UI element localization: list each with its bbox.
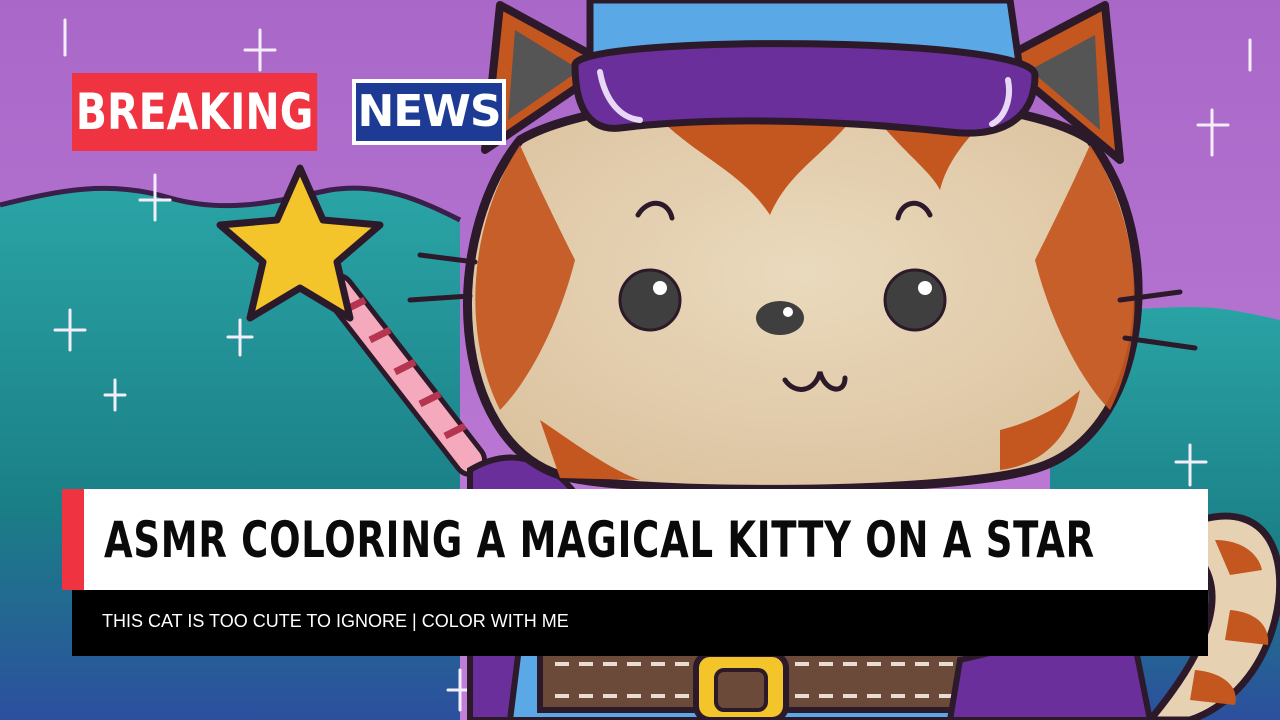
breaking-badge: BREAKING xyxy=(72,73,318,151)
subline-text: THIS CAT IS TOO CUTE TO IGNORE | COLOR W… xyxy=(102,611,569,631)
headline-box: ASMR COLORING A MAGICAL KITTY ON A STAR xyxy=(84,489,1208,590)
news-label: NEWS xyxy=(356,83,502,141)
lower-third: ASMR COLORING A MAGICAL KITTY ON A STAR … xyxy=(62,489,1208,656)
cat-eye-right xyxy=(883,268,947,332)
news-badge: NEWS xyxy=(352,79,506,145)
subline-box: THIS CAT IS TOO CUTE TO IGNORE | COLOR W… xyxy=(72,590,1208,656)
headline-accent-bar xyxy=(62,489,84,590)
cat-nose xyxy=(756,301,804,335)
breaking-label: BREAKING xyxy=(75,83,314,141)
headline-text: ASMR COLORING A MAGICAL KITTY ON A STAR xyxy=(104,511,1095,569)
cat-head xyxy=(407,90,1198,494)
cat-eye-left xyxy=(618,268,682,332)
wizard-hat xyxy=(571,0,1039,137)
